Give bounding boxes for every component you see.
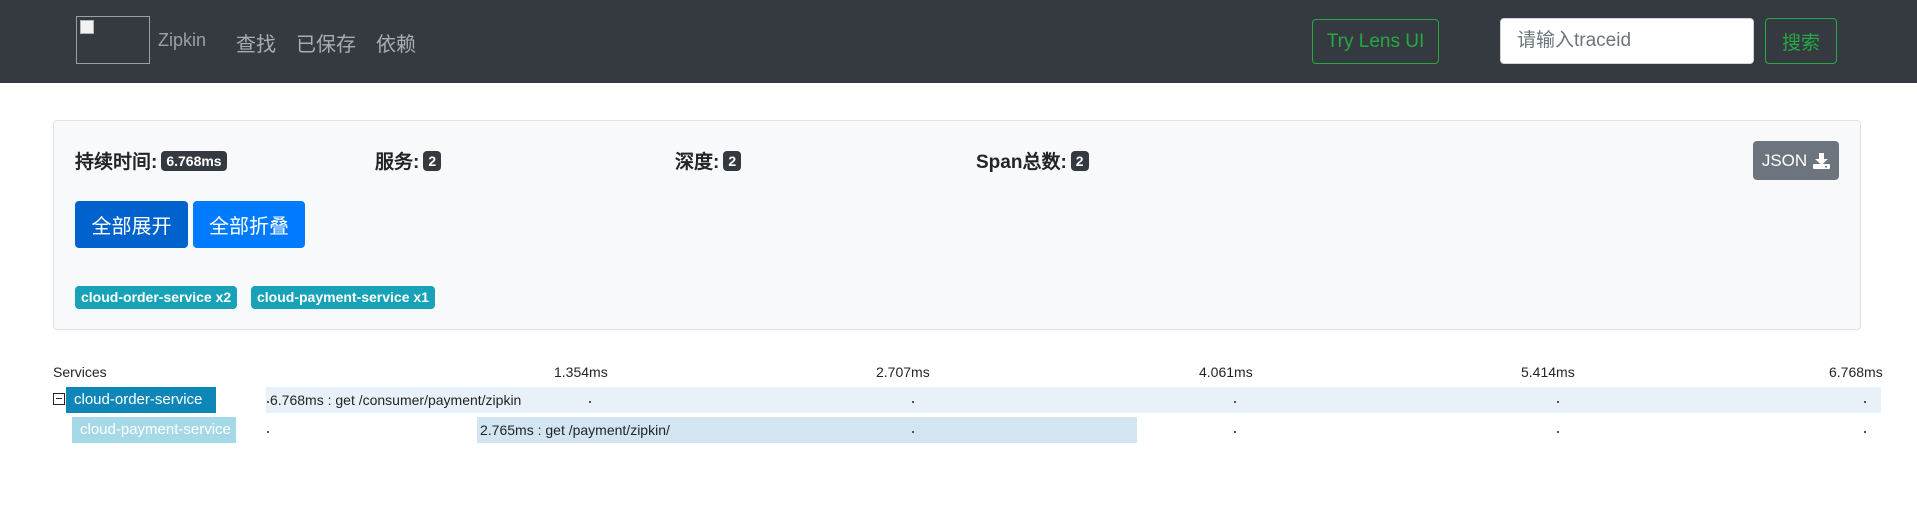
json-button-label: JSON [1761,150,1808,170]
tick-marker [589,401,591,403]
top-navbar: Zipkin 查找 已保存 依赖 Try Lens UI 搜索 [0,0,1917,83]
nav-link-search[interactable]: 查找 [236,28,276,57]
tick-marker [1234,431,1236,433]
duration-stat: 持续时间: 6.768ms [75,147,227,174]
span-count-label: Span总数: [976,152,1067,173]
service-badge-payment[interactable]: cloud-payment-service x1 [251,286,435,309]
trace-summary-card: 持续时间: 6.768ms 服务: 2 深度: 2 Span总数: 2 JSON 全部展… [53,120,1861,330]
duration-label: 持续时间: [75,152,158,173]
depth-stat: 深度: 2 [675,147,742,174]
service-badge-order[interactable]: cloud-order-service x2 [75,286,238,309]
download-icon [1813,152,1831,169]
collapse-all-button[interactable]: 全部折叠 [193,201,305,248]
brand-name[interactable]: Zipkin [158,30,206,51]
nav-link-saved[interactable]: 已保存 [296,28,356,57]
depth-badge: 2 [723,151,742,171]
logo-image[interactable] [76,16,150,64]
time-tick: 5.414ms [1521,364,1575,380]
tick-marker [1557,431,1559,433]
services-label: 服务: [375,152,420,173]
time-tick: 2.707ms [876,364,930,380]
span-count-badge: 2 [1070,151,1089,171]
expand-all-button[interactable]: 全部展开 [75,201,188,248]
json-download-button[interactable]: JSON [1753,141,1839,180]
tick-marker [267,431,269,433]
collapse-toggle-icon[interactable] [53,393,65,405]
span-count-stat: Span总数: 2 [976,147,1089,174]
search-button[interactable]: 搜索 [1765,18,1837,64]
services-column-header: Services [53,364,107,380]
span-label: 2.765ms : get /payment/zipkin/ [480,422,670,438]
tick-marker [1234,401,1236,403]
services-stat: 服务: 2 [375,147,442,174]
time-tick: 4.061ms [1199,364,1253,380]
nav-link-dependencies[interactable]: 依赖 [376,28,416,57]
span-service-name[interactable]: cloud-order-service [66,387,216,413]
tick-marker [912,401,914,403]
tick-marker [1864,401,1866,403]
tick-marker [912,431,914,433]
time-tick: 1.354ms [554,364,608,380]
time-tick: 6.768ms [1829,364,1883,380]
tick-marker [267,401,269,403]
duration-badge: 6.768ms [161,151,227,171]
broken-image-icon [80,20,94,34]
tick-marker [1557,401,1559,403]
span-label: 6.768ms : get /consumer/payment/zipkin [270,392,522,408]
depth-label: 深度: [675,152,720,173]
tick-marker [1864,431,1866,433]
span-service-name[interactable]: cloud-payment-service [72,417,236,443]
traceid-search-input[interactable] [1500,18,1754,64]
services-count-badge: 2 [423,151,442,171]
try-lens-ui-button[interactable]: Try Lens UI [1312,19,1439,64]
